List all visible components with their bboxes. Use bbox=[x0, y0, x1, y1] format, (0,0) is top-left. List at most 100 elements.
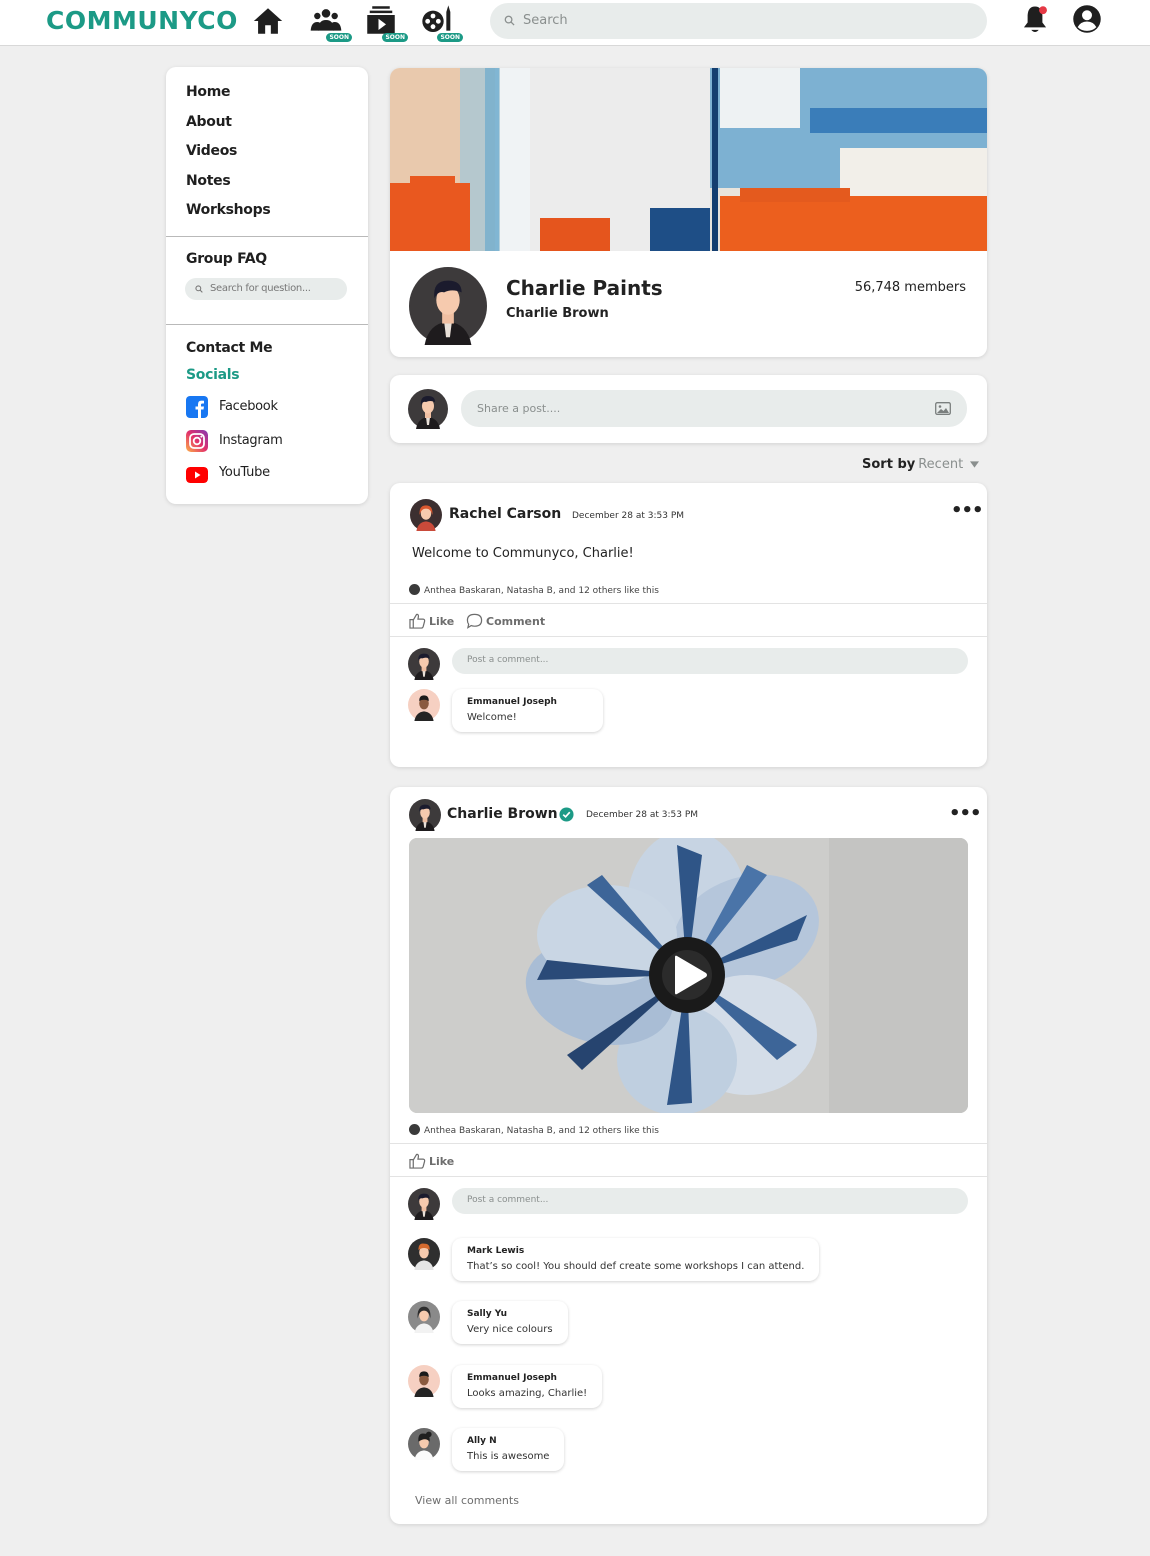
avatar bbox=[408, 1188, 440, 1220]
group-header-card: Charlie Paints Charlie Brown 56,748 memb… bbox=[390, 68, 987, 357]
socials-heading: Socials bbox=[186, 367, 240, 383]
account-icon[interactable] bbox=[1072, 4, 1102, 34]
like-button[interactable]: Like bbox=[409, 1153, 454, 1169]
post-author-name[interactable]: Charlie Brown bbox=[447, 806, 558, 822]
sidebar-item-videos[interactable]: Videos bbox=[186, 143, 237, 159]
comment-input[interactable]: Post a comment... bbox=[452, 648, 968, 674]
post-author-name[interactable]: Rachel Carson bbox=[449, 506, 561, 522]
soon-badge: SOON bbox=[437, 33, 463, 42]
faq-search-placeholder: Search for question... bbox=[210, 283, 311, 294]
chevron-down-icon bbox=[970, 461, 980, 468]
group-name: Charlie Paints bbox=[506, 276, 663, 300]
comment-text: Looks amazing, Charlie! bbox=[467, 1388, 588, 1399]
comment-bubble: Emmanuel Joseph Looks amazing, Charlie! bbox=[452, 1365, 603, 1408]
post-author-avatar[interactable] bbox=[410, 499, 442, 531]
image-icon[interactable] bbox=[935, 402, 951, 415]
post-card: Charlie Brown December 28 at 3:53 PM ••• bbox=[390, 787, 987, 1524]
member-count[interactable]: 56,748 members bbox=[855, 280, 966, 295]
comment-text: This is awesome bbox=[467, 1451, 550, 1462]
likes-text: Anthea Baskaran, Natasha B, and 12 other… bbox=[424, 586, 659, 596]
social-label: YouTube bbox=[219, 465, 270, 480]
verified-badge-icon bbox=[559, 807, 574, 822]
comment-text: Welcome! bbox=[467, 712, 517, 723]
search-icon bbox=[504, 15, 515, 26]
divider bbox=[390, 1143, 987, 1144]
comment-input[interactable]: Post a comment... bbox=[452, 1188, 968, 1214]
comment-bubble: Mark Lewis That’s so cool! You should de… bbox=[452, 1238, 820, 1281]
divider bbox=[390, 636, 987, 637]
more-options-icon[interactable]: ••• bbox=[949, 803, 982, 824]
comment-button[interactable]: Comment bbox=[466, 613, 545, 629]
commenter-name[interactable]: Emmanuel Joseph bbox=[467, 1373, 587, 1383]
commenter-name[interactable]: Sally Yu bbox=[467, 1309, 553, 1319]
commenter-avatar[interactable] bbox=[408, 1238, 440, 1270]
bell-icon[interactable] bbox=[1020, 4, 1050, 36]
likes-summary[interactable]: Anthea Baskaran, Natasha B, and 12 other… bbox=[409, 1124, 659, 1136]
group-owner-name[interactable]: Charlie Brown bbox=[506, 306, 609, 321]
commenter-name[interactable]: Mark Lewis bbox=[467, 1246, 804, 1256]
commenter-avatar[interactable] bbox=[408, 1301, 440, 1333]
likes-text: Anthea Baskaran, Natasha B, and 12 other… bbox=[424, 1126, 659, 1136]
share-post-input[interactable]: Share a post.... bbox=[461, 390, 967, 427]
comment-bubble: Ally N This is awesome bbox=[452, 1428, 565, 1471]
like-label: Like bbox=[429, 615, 455, 628]
sidebar-item-contact-me[interactable]: Contact Me bbox=[186, 340, 273, 356]
comment-placeholder: Post a comment... bbox=[467, 1195, 549, 1205]
video-icon[interactable]: SOON bbox=[366, 4, 408, 42]
share-post-card: Share a post.... bbox=[390, 375, 987, 443]
view-all-comments-link[interactable]: View all comments bbox=[415, 1494, 519, 1507]
post-timestamp[interactable]: December 28 at 3:53 PM bbox=[572, 511, 684, 521]
like-button[interactable]: Like bbox=[409, 613, 454, 629]
divider bbox=[390, 1176, 987, 1177]
thumbs-up-icon bbox=[409, 613, 426, 629]
communyco-logo[interactable]: COMMUNYCO bbox=[46, 6, 238, 35]
divider bbox=[166, 324, 368, 325]
liker-avatar bbox=[409, 1124, 420, 1135]
avatar bbox=[408, 389, 448, 429]
sidebar-item-workshops[interactable]: Workshops bbox=[186, 202, 271, 218]
commenter-name[interactable]: Ally N bbox=[467, 1436, 549, 1446]
thumbs-up-icon bbox=[409, 1153, 426, 1169]
search-placeholder: Search bbox=[523, 13, 568, 28]
post-card: Rachel Carson December 28 at 3:53 PM •••… bbox=[390, 483, 987, 767]
top-navigation-bar: COMMUNYCO SOON SOON SOON Search bbox=[0, 0, 1150, 46]
instagram-icon bbox=[186, 430, 208, 452]
divider bbox=[390, 603, 987, 604]
commenter-avatar[interactable] bbox=[408, 1428, 440, 1460]
more-options-icon[interactable]: ••• bbox=[951, 500, 984, 521]
commenter-avatar[interactable] bbox=[408, 689, 440, 721]
divider bbox=[166, 236, 368, 237]
facebook-icon bbox=[186, 396, 208, 418]
likes-summary[interactable]: Anthea Baskaran, Natasha B, and 12 other… bbox=[409, 584, 659, 596]
comment-text: That’s so cool! You should def create so… bbox=[467, 1261, 805, 1272]
comment-bubble: Sally Yu Very nice colours bbox=[452, 1301, 568, 1344]
group-owner-avatar[interactable] bbox=[409, 267, 487, 345]
faq-search-input[interactable]: Search for question... bbox=[185, 278, 347, 300]
youtube-icon bbox=[186, 467, 208, 483]
sidebar-item-home[interactable]: Home bbox=[186, 84, 231, 100]
comment-label: Comment bbox=[486, 615, 546, 628]
play-icon[interactable] bbox=[672, 955, 708, 995]
sidebar-item-group-faq[interactable]: Group FAQ bbox=[186, 251, 267, 267]
social-label: Instagram bbox=[219, 433, 283, 448]
post-author-avatar[interactable] bbox=[409, 799, 441, 831]
video-player[interactable] bbox=[409, 838, 968, 1113]
commenter-avatar[interactable] bbox=[408, 1365, 440, 1397]
comment-text: Very nice colours bbox=[467, 1324, 553, 1335]
social-label: Facebook bbox=[219, 399, 278, 414]
liker-avatar bbox=[409, 584, 420, 595]
workshop-icon[interactable]: SOON bbox=[421, 4, 463, 42]
comment-bubble: Emmanuel Joseph Welcome! bbox=[452, 689, 603, 732]
sort-value[interactable]: Recent bbox=[918, 457, 963, 472]
comment-placeholder: Post a comment... bbox=[467, 655, 549, 665]
sidebar-item-about[interactable]: About bbox=[186, 114, 232, 130]
global-search-input[interactable]: Search bbox=[490, 3, 987, 39]
groups-icon[interactable]: SOON bbox=[310, 4, 352, 42]
home-icon[interactable] bbox=[251, 4, 287, 40]
sidebar-item-notes[interactable]: Notes bbox=[186, 173, 231, 189]
group-sidebar: Home About Videos Notes Workshops Group … bbox=[166, 67, 368, 504]
post-timestamp[interactable]: December 28 at 3:53 PM bbox=[586, 810, 698, 820]
cover-image bbox=[390, 68, 987, 251]
commenter-name[interactable]: Emmanuel Joseph bbox=[467, 697, 588, 707]
sort-control[interactable]: Sort by Recent bbox=[862, 457, 980, 472]
